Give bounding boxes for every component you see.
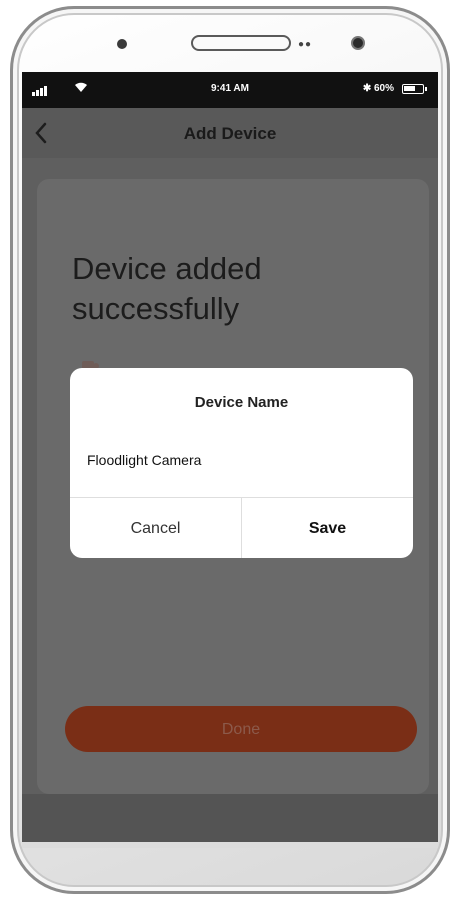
- page-title: Add Device: [183, 124, 277, 143]
- done-button[interactable]: Done: [65, 706, 417, 752]
- bottom-area: [22, 794, 438, 842]
- battery-value: 60%: [373, 83, 394, 94]
- phone-sensor: [117, 39, 127, 49]
- phone-speaker: [191, 35, 291, 51]
- save-button[interactable]: Save: [242, 498, 413, 558]
- success-headline: Device added successfully: [72, 251, 262, 326]
- phone-sensor-dots: ●●: [298, 39, 313, 50]
- device-name-input[interactable]: [87, 448, 397, 472]
- dialog-title: Device Name: [194, 394, 289, 411]
- phone-bottom-bezel: [22, 842, 438, 848]
- battery-percentage: ✱ 60%: [363, 83, 394, 94]
- status-bar: 9:41 AM ✱ 60%: [22, 72, 438, 108]
- nav-bar: Add Device: [22, 108, 438, 158]
- phone-camera: [351, 36, 365, 50]
- cancel-button[interactable]: Cancel: [70, 498, 241, 558]
- app-screen: 9:41 AM ✱ 60% Add Device Device added su…: [22, 72, 438, 842]
- bluetooth-icon: ✱: [362, 83, 374, 94]
- battery-icon: [402, 84, 427, 94]
- device-name-dialog: Device Name Cancel Save: [70, 368, 413, 558]
